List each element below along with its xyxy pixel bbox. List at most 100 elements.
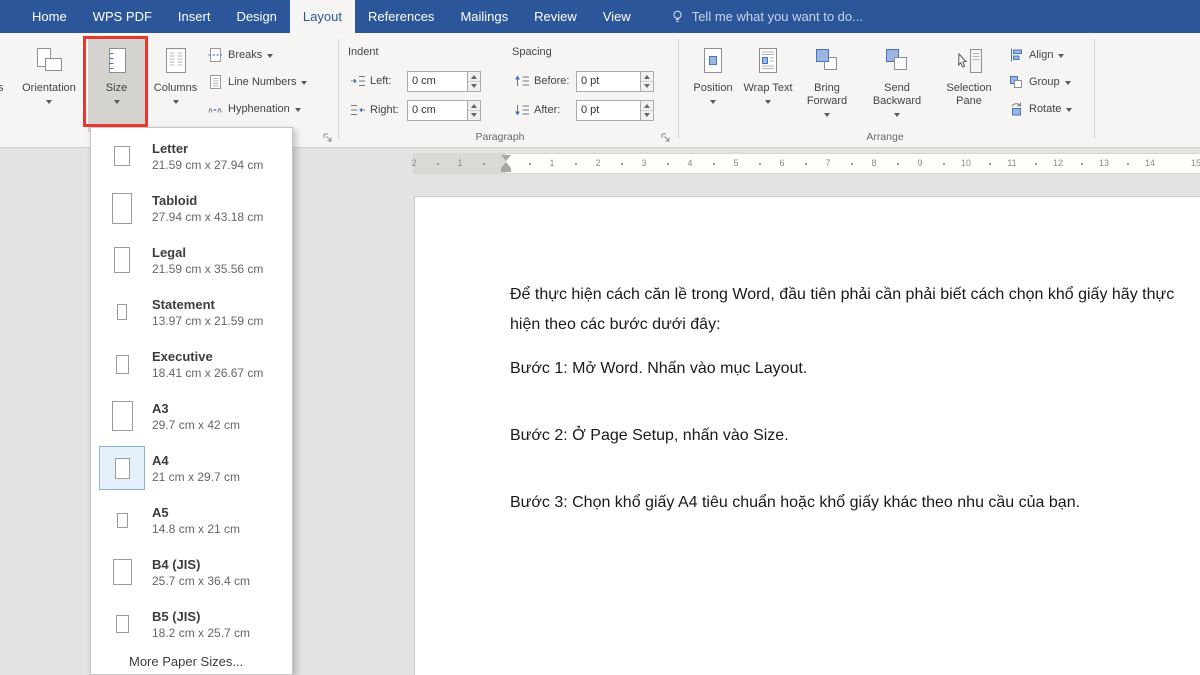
ruler-number: 12 — [1053, 157, 1063, 170]
paper-size-dims: 18.41 cm x 26.67 cm — [152, 365, 263, 381]
document-page[interactable]: Để thực hiện cách căn lề trong Word, đầu… — [415, 197, 1200, 675]
tab-insert[interactable]: Insert — [165, 0, 224, 33]
indent-right-field[interactable] — [407, 100, 481, 121]
paper-size-tabloid[interactable]: Tabloid27.94 cm x 43.18 cm — [91, 182, 292, 234]
spacing-after-icon — [514, 102, 530, 118]
tell-me-box[interactable]: Tell me what you want to do... — [658, 0, 875, 33]
doc-paragraph[interactable]: Bước 3: Chọn khổ giấy A4 tiêu chuẩn hoặc… — [510, 488, 1200, 518]
indent-right-icon — [350, 102, 366, 118]
spacing-before-icon — [514, 73, 530, 89]
ruler-dot — [575, 163, 577, 165]
wrap-text-button[interactable]: Wrap Text — [742, 36, 794, 132]
send-backward-button[interactable]: Send Backward — [860, 36, 934, 132]
group-divider — [678, 39, 679, 139]
group-divider — [1094, 39, 1095, 139]
tab-layout[interactable]: Layout — [290, 0, 355, 33]
position-button[interactable]: Position — [688, 36, 738, 132]
page-setup-dialog-launcher[interactable] — [322, 132, 334, 144]
tab-wps-pdf[interactable]: WPS PDF — [80, 0, 165, 33]
spin-down-button[interactable] — [641, 111, 653, 120]
ruler-dot — [805, 163, 807, 165]
ruler-dot — [1035, 163, 1037, 165]
spin-up-button[interactable] — [641, 101, 653, 111]
breaks-button[interactable]: Breaks — [207, 43, 273, 67]
spacing-before-input[interactable] — [577, 72, 640, 91]
line-numbers-button[interactable]: Line Numbers — [207, 70, 307, 94]
spin-up-button[interactable] — [468, 101, 480, 111]
ruler-dot — [621, 163, 623, 165]
dialog-launcher-icon — [322, 132, 334, 144]
spacing-after-input[interactable] — [577, 101, 640, 120]
rotate-button[interactable]: Rotate — [1008, 97, 1072, 121]
indent-marker[interactable] — [499, 155, 513, 173]
selection-pane-button[interactable]: Selection Pane — [938, 36, 1000, 132]
spin-down-button[interactable] — [468, 82, 480, 91]
paper-size-statement[interactable]: Statement13.97 cm x 21.59 cm — [91, 286, 292, 338]
paper-icon — [99, 290, 145, 334]
size-label: Size — [88, 82, 145, 95]
spacing-after-label: After: — [534, 104, 572, 116]
group-button[interactable]: Group — [1008, 70, 1071, 94]
group-divider — [338, 39, 339, 139]
word-window: HomeWPS PDFInsertDesignLayoutReferencesM… — [0, 0, 1200, 675]
tab-design[interactable]: Design — [223, 0, 289, 33]
indent-left-icon — [350, 73, 366, 89]
dropdown-caret-icon — [267, 54, 273, 58]
paper-size-b5-jis[interactable]: B5 (JIS)18.2 cm x 25.7 cm — [91, 598, 292, 650]
size-button[interactable]: Size — [88, 36, 145, 132]
tab-view[interactable]: View — [590, 0, 644, 33]
spin-down-button[interactable] — [641, 82, 653, 91]
spacing-after-field[interactable] — [576, 100, 654, 121]
paragraph-dialog-launcher[interactable] — [660, 132, 672, 144]
paper-size-dims: 13.97 cm x 21.59 cm — [152, 313, 263, 329]
ruler-number: 6 — [779, 157, 784, 170]
tab-review[interactable]: Review — [521, 0, 590, 33]
columns-button[interactable]: Columns — [147, 36, 204, 132]
dropdown-caret-icon — [173, 100, 179, 104]
hyphenation-button[interactable]: Hyphenation — [207, 97, 301, 121]
tab-home[interactable]: Home — [19, 0, 80, 33]
bring-forward-icon — [798, 41, 856, 81]
spin-up-button[interactable] — [641, 72, 653, 82]
orientation-button[interactable]: Orientation — [10, 36, 88, 132]
spacing-after-row: After: — [514, 99, 654, 121]
doc-paragraph[interactable]: Để thực hiện cách căn lề trong Word, đầu… — [510, 280, 1200, 340]
dropdown-caret-icon — [765, 100, 771, 104]
paper-size-a4[interactable]: A421 cm x 29.7 cm — [91, 442, 292, 494]
indent-right-input[interactable] — [408, 101, 467, 120]
ruler-dot — [1081, 163, 1083, 165]
paper-size-a5[interactable]: A514.8 cm x 21 cm — [91, 494, 292, 546]
spacing-before-field[interactable] — [576, 71, 654, 92]
dropdown-caret-icon — [894, 113, 900, 117]
paper-size-name: Legal — [152, 244, 263, 261]
spin-up-button[interactable] — [468, 72, 480, 82]
paper-size-list: Letter21.59 cm x 27.94 cmTabloid27.94 cm… — [91, 130, 292, 650]
doc-paragraph[interactable]: Bước 2: Ở Page Setup, nhấn vào Size. — [510, 421, 1200, 451]
paper-size-letter[interactable]: Letter21.59 cm x 27.94 cm — [91, 130, 292, 182]
paper-size-executive[interactable]: Executive18.41 cm x 26.67 cm — [91, 338, 292, 390]
doc-paragraph[interactable]: Bước 1: Mở Word. Nhấn vào mục Layout. — [510, 354, 1200, 384]
ruler-number: 2 — [595, 157, 600, 170]
indent-left-field[interactable] — [407, 71, 481, 92]
indent-left-input[interactable] — [408, 72, 467, 91]
align-label: Align — [1029, 49, 1053, 61]
ruler-number: 14 — [1145, 157, 1155, 170]
ruler-number: 11 — [1007, 157, 1016, 170]
spin-down-button[interactable] — [468, 111, 480, 120]
tab-references[interactable]: References — [355, 0, 447, 33]
paper-size-b4-jis[interactable]: B4 (JIS)25.7 cm x 36.4 cm — [91, 546, 292, 598]
paper-size-name: Letter — [152, 140, 263, 157]
document-text: Để thực hiện cách căn lề trong Word, đầu… — [415, 197, 1200, 518]
indent-right-label: Right: — [370, 104, 403, 116]
more-paper-sizes-item[interactable]: More Paper Sizes... — [91, 650, 292, 675]
tab-mailings[interactable]: Mailings — [447, 0, 521, 33]
align-button[interactable]: Align — [1008, 43, 1064, 67]
bring-forward-button[interactable]: Bring Forward — [798, 36, 856, 132]
line-numbers-icon — [207, 74, 223, 90]
selection-pane-icon — [938, 41, 1000, 81]
columns-label: Columns — [147, 82, 204, 95]
paper-size-legal[interactable]: Legal21.59 cm x 35.56 cm — [91, 234, 292, 286]
paper-icon — [99, 602, 145, 646]
paper-size-a3[interactable]: A329.7 cm x 42 cm — [91, 390, 292, 442]
arrange-group-label: Arrange — [820, 129, 950, 145]
